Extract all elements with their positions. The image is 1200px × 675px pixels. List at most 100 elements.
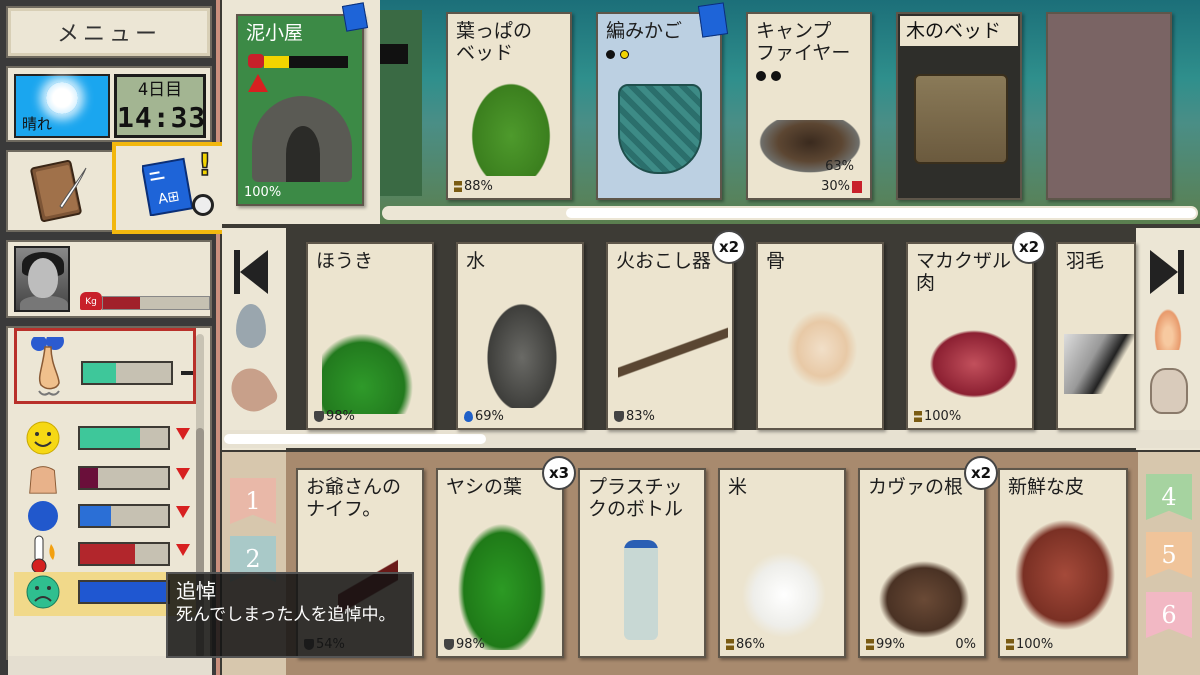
card-title: 泥小屋 bbox=[246, 22, 304, 44]
inventory-card-feather[interactable]: 羽毛 bbox=[1056, 242, 1136, 430]
blueprint-icon bbox=[341, 2, 369, 32]
hand-icon bbox=[1150, 368, 1188, 414]
location-card-woven-basket[interactable]: 編みかご bbox=[596, 12, 722, 200]
palm-leaf-art bbox=[442, 500, 562, 650]
clock-time: 14:33 bbox=[117, 101, 207, 134]
card-title: 新鮮な皮 bbox=[1008, 476, 1085, 498]
card-status-value: 100% bbox=[924, 409, 962, 424]
water-art bbox=[482, 296, 562, 408]
durability-icon bbox=[614, 411, 624, 422]
alert-icon: ! bbox=[197, 147, 212, 184]
meat-leg-icon bbox=[223, 360, 281, 420]
storage-card-kava-root[interactable]: カヴァの根 99% 0% bbox=[858, 468, 986, 658]
card-status: 100% bbox=[244, 185, 282, 200]
sad-face-icon bbox=[24, 574, 62, 610]
inventory-left-panel bbox=[222, 228, 286, 450]
card-status: 100% bbox=[1006, 637, 1053, 652]
inventory-card-fire-starter[interactable]: 火おこし器 83% bbox=[606, 242, 734, 430]
stat-row-smell[interactable] bbox=[14, 328, 196, 404]
sidebar-footer bbox=[8, 656, 212, 675]
card-title: 木のベッド bbox=[900, 16, 1018, 46]
location-card-campfire[interactable]: キャンプ ファイヤー 63% 30% bbox=[746, 12, 872, 200]
card-title: 葉っぱの ベッド bbox=[456, 20, 533, 64]
inventory-card-broom[interactable]: ほうき 98% bbox=[306, 242, 434, 430]
storage-card-rice[interactable]: 米 86% bbox=[718, 468, 846, 658]
storage-card-plastic-bottle[interactable]: プラスチッ クのボトル bbox=[578, 468, 706, 658]
mud-hut-art bbox=[252, 96, 352, 182]
partial-location-card[interactable] bbox=[380, 10, 422, 196]
basket-art bbox=[618, 84, 702, 174]
card-title: お爺さんの ナイフ。 bbox=[306, 476, 402, 520]
card-status: 83% bbox=[614, 409, 655, 424]
blueprint-slot[interactable]: A⊞ ! bbox=[112, 142, 226, 234]
location-scroll-thumb[interactable] bbox=[566, 208, 1196, 218]
wooden-bed-art bbox=[914, 74, 1008, 164]
empty-location-slot[interactable] bbox=[1046, 12, 1172, 200]
location-card-leaf-bed[interactable]: 葉っぱの ベッド 88% bbox=[446, 12, 572, 200]
inventory-card-water[interactable]: 水 69% bbox=[456, 242, 584, 430]
stat-row-water[interactable] bbox=[14, 496, 204, 536]
card-title: マカクザル 肉 bbox=[916, 250, 1012, 294]
stack-count-badge: x2 bbox=[964, 456, 998, 490]
card-status-value: 83% bbox=[626, 409, 655, 424]
stat-row-smile[interactable] bbox=[14, 418, 204, 458]
status-tooltip: 追悼 死んでしまった人を追悼中。 bbox=[166, 572, 414, 658]
stat-row-body[interactable] bbox=[14, 458, 204, 498]
inventory-right-panel bbox=[1136, 228, 1200, 450]
plastic-bottle-art bbox=[624, 540, 658, 640]
tooltip-body: 死んでしまった人を追悼中。 bbox=[176, 605, 396, 625]
water-drop-icon bbox=[236, 304, 266, 348]
card-title: キャンプ ファイヤー bbox=[756, 20, 851, 64]
menu-button[interactable]: メニュー bbox=[6, 6, 212, 58]
blueprint-icon: A⊞ bbox=[142, 157, 194, 216]
inventory-card-macaque-meat[interactable]: マカクザル 肉 100% bbox=[906, 242, 1034, 430]
broom-art bbox=[322, 324, 422, 414]
card-title: 編みかご bbox=[606, 20, 683, 42]
stat-fill bbox=[80, 428, 140, 448]
spoilage-icon bbox=[866, 639, 874, 650]
card-title: 水 bbox=[466, 250, 486, 272]
card-title: 米 bbox=[728, 476, 748, 498]
weight-icon: Kg bbox=[80, 292, 102, 310]
warning-icon bbox=[248, 74, 268, 92]
location-card-mud-hut[interactable]: 泥小屋 100% bbox=[236, 14, 364, 206]
journal-icon[interactable] bbox=[22, 160, 92, 224]
weather-indicator[interactable]: 晴れ bbox=[14, 74, 110, 138]
smile-icon bbox=[24, 420, 62, 456]
scroll-left-button[interactable] bbox=[234, 250, 270, 294]
stat-fill bbox=[83, 363, 117, 383]
stack-count-badge: x2 bbox=[1012, 230, 1046, 264]
storage-card-palm-leaf[interactable]: ヤシの葉 98% bbox=[436, 468, 564, 658]
inventory-card-bone[interactable]: 骨 bbox=[756, 242, 884, 430]
water-icon bbox=[24, 498, 62, 534]
body-icon bbox=[24, 460, 62, 496]
macaque-meat-art bbox=[922, 324, 1026, 404]
card-status: 98% bbox=[314, 409, 355, 424]
spoilage-icon bbox=[1006, 639, 1014, 650]
stat-row-thermometer[interactable] bbox=[14, 534, 204, 574]
storage-card-fresh-hide[interactable]: 新鮮な皮 100% bbox=[998, 468, 1128, 658]
inventory-scroll-thumb[interactable] bbox=[224, 434, 486, 444]
card-title: ほうき bbox=[316, 250, 374, 272]
location-card-wooden-bed[interactable]: 木のベッド bbox=[896, 12, 1022, 200]
card-status-value: 98% bbox=[456, 637, 485, 652]
stat-fill bbox=[80, 582, 168, 602]
weight-icon bbox=[248, 54, 264, 68]
stat-bar bbox=[78, 466, 170, 490]
weather-clock-panel: 晴れ 4日目 14:33 bbox=[6, 66, 212, 142]
fresh-hide-art bbox=[1006, 510, 1124, 640]
kava-root-art bbox=[866, 550, 982, 640]
decrease-indicator bbox=[176, 428, 190, 440]
avatar[interactable] bbox=[14, 246, 70, 312]
stack-count-badge: x2 bbox=[712, 230, 746, 264]
scroll-right-button[interactable] bbox=[1150, 250, 1186, 294]
game-clock[interactable]: 4日目 14:33 bbox=[114, 74, 206, 138]
card-title: 火おこし器 bbox=[616, 250, 712, 272]
liquid-icon bbox=[464, 411, 473, 422]
thermometer-icon bbox=[24, 535, 62, 574]
stat-bar bbox=[78, 580, 170, 604]
stat-bar-smell bbox=[81, 361, 173, 385]
tools-panel: A⊞ ! bbox=[6, 142, 226, 234]
durability-bar bbox=[264, 56, 348, 68]
character-panel: Kg bbox=[6, 240, 212, 318]
